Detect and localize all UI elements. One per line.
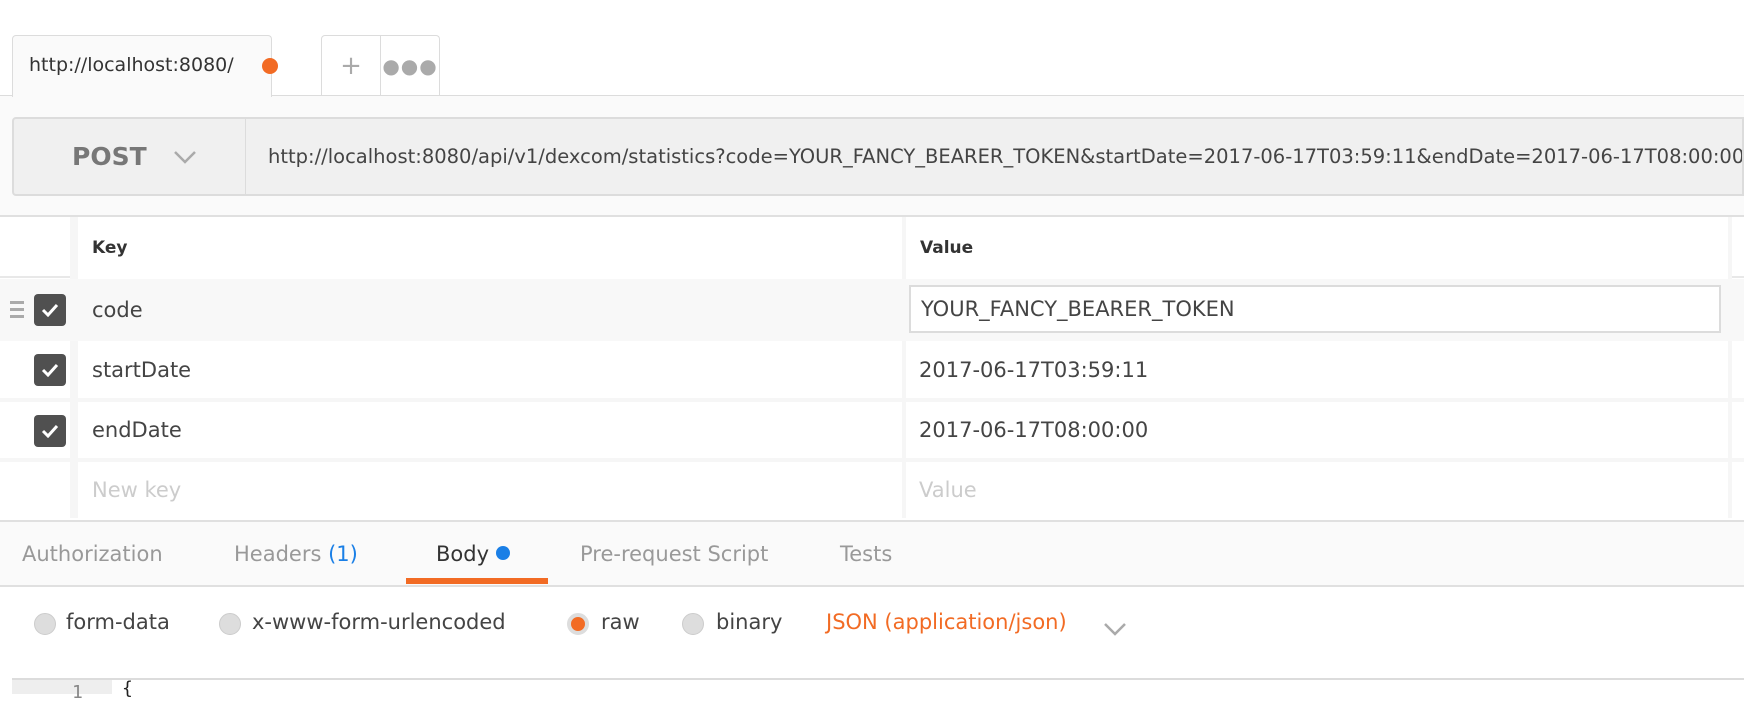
row-checkbox[interactable] [34,354,66,386]
url-input[interactable]: http://localhost:8080/api/v1/dexcom/stat… [246,117,1744,196]
param-value-input[interactable]: YOUR_FANCY_BEARER_TOKEN [909,285,1721,333]
param-key[interactable]: code [92,279,143,341]
content-type-select[interactable]: JSON (application/json) [826,610,1067,634]
param-row: endDate 2017-06-17T08:00:00 [0,402,1744,462]
drag-handle-icon[interactable] [10,301,24,319]
key-column-header: Key [78,217,902,278]
param-value[interactable]: 2017-06-17T03:59:11 [919,341,1148,398]
method-select[interactable]: POST [12,117,246,196]
body-editor[interactable]: 1 { [12,678,1744,703]
tab-label: http://localhost:8080/ [29,54,234,76]
check-icon [41,363,59,377]
more-ellipsis-icon[interactable]: ●●● [381,36,439,95]
radio-raw-selected[interactable] [567,613,589,635]
tab-tests[interactable]: Tests [840,542,892,566]
check-icon [41,303,59,317]
radio-label-form-data[interactable]: form-data [66,610,170,634]
chevron-down-icon[interactable] [1103,622,1127,636]
param-key[interactable]: endDate [92,402,182,458]
tab-headers[interactable]: Headers (1) [234,542,358,566]
unsaved-dot-icon[interactable] [262,58,278,74]
param-row: startDate 2017-06-17T03:59:11 [0,341,1744,402]
tab-body[interactable]: Body [436,542,510,566]
radio-label-binary[interactable]: binary [716,610,782,634]
radio-label-raw[interactable]: raw [601,610,640,634]
tab-authorization[interactable]: Authorization [22,542,163,566]
new-tab-plus-icon[interactable]: + [322,36,381,95]
body-dot-icon [495,546,510,560]
radio-urlencoded[interactable] [219,613,241,635]
row-checkbox[interactable] [34,415,66,447]
check-icon [41,424,59,438]
line-number: 1 [72,682,83,703]
headers-count: (1) [328,542,358,566]
request-subtabs: Authorization Headers (1) Body Pre-reque… [0,520,1744,587]
radio-form-data[interactable] [34,613,56,635]
new-value-input[interactable]: Value [919,462,977,518]
tab-body-label: Body [436,542,490,566]
url-text: http://localhost:8080/api/v1/dexcom/stat… [268,145,1744,168]
method-label: POST [72,142,147,171]
request-tab[interactable]: http://localhost:8080/ [12,35,272,97]
tab-actions: + ●●● [321,35,440,95]
chevron-down-icon [173,150,196,164]
radio-label-urlencoded[interactable]: x-www-form-urlencoded [252,610,506,634]
new-param-row: New key Value [0,462,1744,518]
radio-binary[interactable] [682,613,704,635]
active-tab-indicator [406,578,548,584]
editor-text: { [122,678,133,699]
param-value[interactable]: 2017-06-17T08:00:00 [919,402,1148,458]
param-row: code YOUR_FANCY_BEARER_TOKEN [0,279,1744,341]
new-key-input[interactable]: New key [92,462,181,518]
tab-headers-label: Headers [234,542,322,566]
param-key[interactable]: startDate [92,341,191,398]
row-checkbox[interactable] [34,294,66,326]
value-column-header: Value [906,217,1728,278]
tab-pre-request-script[interactable]: Pre-request Script [580,542,768,566]
